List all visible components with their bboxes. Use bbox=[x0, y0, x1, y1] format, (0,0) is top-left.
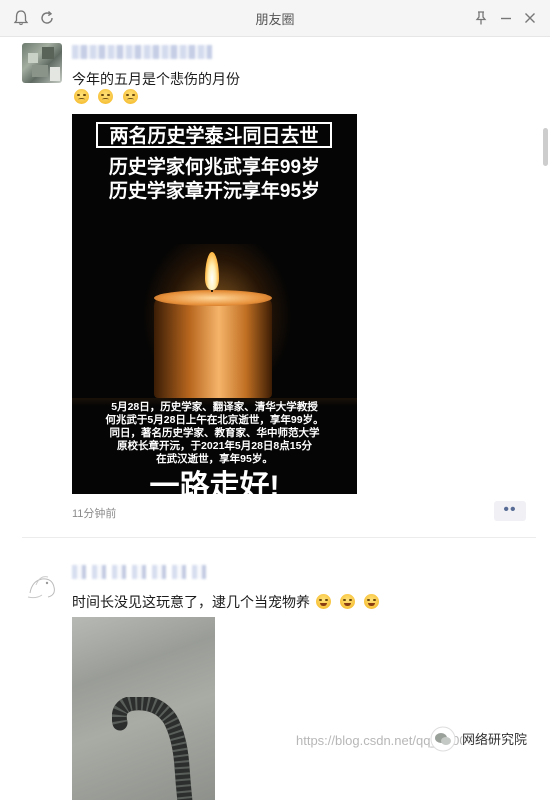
more-actions-button[interactable]: •• bbox=[494, 501, 526, 521]
image-caption: 5月28日，历史学家、翻译家、清华大学教授 何兆武于5月28日上午在北京逝世，享… bbox=[78, 401, 351, 466]
sad-face-icon bbox=[98, 89, 114, 104]
wechat-account-icon bbox=[430, 726, 456, 752]
candle bbox=[154, 296, 272, 398]
post-text: 时间长没见这玩意了，逮几个当宠物养 bbox=[72, 592, 379, 612]
caption-line: 在武汉逝世，享年95岁。 bbox=[156, 453, 273, 465]
post-divider bbox=[22, 537, 536, 538]
image-line: 历史学家何兆武享年99岁 bbox=[108, 157, 321, 178]
image-headline: 两名历史学泰斗同日去世 bbox=[96, 122, 332, 148]
moments-feed[interactable]: 今年的五月是个悲伤的月份 两名历史学泰斗同日去世 历史学家何兆武享年99岁 历史… bbox=[0, 37, 540, 800]
user-name-blurred[interactable] bbox=[72, 45, 212, 59]
candle-top bbox=[154, 290, 272, 306]
laughing-tears-icon bbox=[363, 594, 379, 609]
caption-line: 何兆武于5月28日上午在北京逝世，享年99岁。 bbox=[105, 414, 324, 426]
avatar[interactable] bbox=[22, 563, 62, 603]
caption-line: 原校长章开沅，于2021年5月28日8点15分 bbox=[117, 440, 312, 452]
laughing-tears-icon bbox=[315, 594, 331, 609]
image-line: 历史学家章开沅享年95岁 bbox=[108, 181, 321, 202]
laughing-tears-icon bbox=[339, 594, 355, 609]
emoji-row bbox=[72, 89, 138, 107]
user-name-blurred[interactable] bbox=[72, 565, 212, 579]
post-timestamp: 11分钟前 bbox=[72, 508, 117, 520]
post-image[interactable]: 两名历史学泰斗同日去世 历史学家何兆武享年99岁 历史学家章开沅享年95岁 5月… bbox=[72, 114, 357, 494]
pin-icon[interactable] bbox=[472, 9, 490, 27]
post-text: 今年的五月是个悲伤的月份 bbox=[72, 71, 240, 87]
sad-face-icon bbox=[74, 89, 89, 104]
avatar[interactable] bbox=[22, 43, 62, 83]
caption-line: 同日，著名历史学家、教育家、华中师范大学 bbox=[109, 427, 320, 439]
window-title: 朋友圈 bbox=[255, 12, 295, 27]
close-icon[interactable] bbox=[521, 9, 539, 27]
minimize-icon[interactable] bbox=[497, 9, 515, 27]
bell-icon[interactable] bbox=[12, 9, 30, 27]
title-bar: 朋友圈 bbox=[0, 0, 550, 37]
millipede-image bbox=[112, 697, 193, 800]
refresh-icon[interactable] bbox=[38, 9, 56, 27]
caption-line: 5月28日，历史学家、翻译家、清华大学教授 bbox=[111, 401, 318, 413]
post-image[interactable] bbox=[72, 617, 215, 800]
scrollbar-thumb[interactable] bbox=[543, 128, 548, 166]
post-text-content: 时间长没见这玩意了，逮几个当宠物养 bbox=[72, 594, 310, 610]
watermark-account-name: 网络研究院 bbox=[462, 729, 528, 748]
sad-face-icon bbox=[122, 89, 138, 104]
image-bottom-text: 一路走好! bbox=[149, 470, 280, 495]
